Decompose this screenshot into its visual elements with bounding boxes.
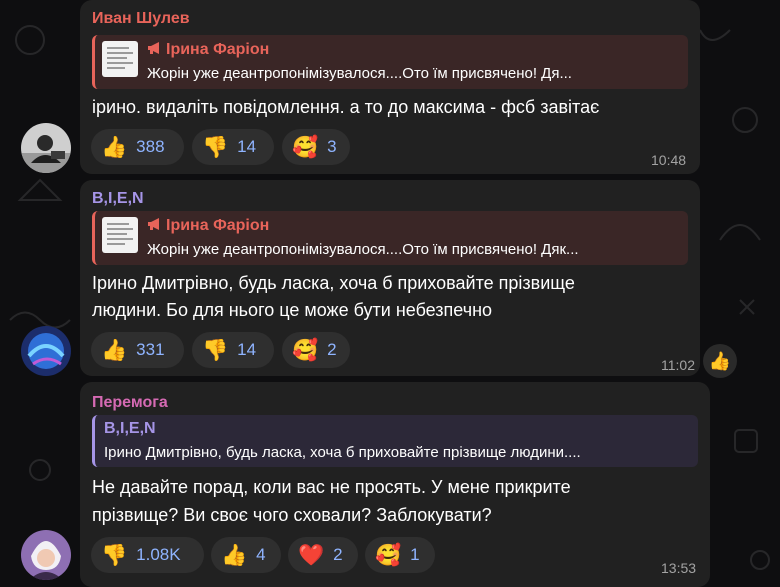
reaction-count: 14 [237, 340, 257, 359]
message-text-line-2: людини. Бо для нього це може бути небезп… [92, 300, 493, 320]
thumbs-up-icon: 👍 [101, 338, 128, 362]
sender-name[interactable]: Перемога [92, 394, 168, 412]
quoted-image-thumbnail [102, 217, 138, 253]
reaction-count: 1 [410, 545, 420, 564]
message-text-line-2: прізвище? Ви своє чого сховали? Заблокув… [92, 505, 492, 525]
reaction-thumbs-up[interactable]: 👍 4 [211, 537, 281, 573]
reaction-count: 2 [327, 340, 337, 359]
quote-text: Жорін уже деантропонімізувалося....Ото ї… [147, 65, 572, 82]
reaction-count: 3 [327, 137, 337, 156]
thumbs-up-icon: 👍 [221, 543, 248, 567]
message-bubble[interactable]: B,I,E,N Ірина Фаріон Жорін уже деантропо… [80, 180, 700, 376]
message-time: 13:53 [661, 560, 697, 576]
reaction-count: 14 [237, 137, 257, 156]
reply-quote[interactable]: B,I,E,N Ірино Дмитрівно, будь ласка, хоч… [92, 415, 698, 467]
reaction-count: 2 [333, 545, 343, 564]
reaction-count: 4 [256, 545, 266, 564]
quote-title: Ірина Фаріон [166, 217, 270, 234]
reaction-red-heart[interactable]: ❤️ 2 [288, 537, 358, 573]
reaction-count: 388 [136, 137, 165, 156]
quote-text: Жорін уже деантропонімізувалося....Ото ї… [147, 241, 579, 258]
reaction-count: 331 [136, 340, 165, 359]
thumbs-down-icon: 👎 [202, 338, 229, 362]
thumbs-up-icon: 👍 [101, 135, 128, 159]
megaphone-icon [147, 41, 163, 60]
reaction-thumbs-up[interactable]: 👍 331 [91, 332, 184, 368]
message-bubble[interactable]: Перемога B,I,E,N Ірино Дмитрівно, будь л… [80, 382, 710, 587]
message-text-line-1: Ірино Дмитрівно, будь ласка, хоча б прих… [92, 273, 575, 293]
thumbs-down-icon: 👎 [202, 135, 229, 159]
smiling-face-with-hearts-icon: 🥰 [375, 543, 402, 567]
thumbs-up-icon[interactable]: 👍 [703, 344, 737, 378]
quote-title: B,I,E,N [104, 420, 156, 437]
message-time: 10:48 [651, 152, 687, 168]
message-bubble[interactable]: Иван Шулев Ірина Фаріон Жорін уже деантр… [80, 0, 700, 174]
reply-quote[interactable]: Ірина Фаріон Жорін уже деантропонімізува… [92, 35, 688, 89]
quoted-image-thumbnail [102, 41, 138, 77]
reaction-thumbs-up[interactable]: 👍 388 [91, 129, 184, 165]
reaction-thumbs-down[interactable]: 👎 1.08K [91, 537, 204, 573]
message-time: 11:02 [661, 357, 695, 373]
message-text: ірино. видаліть повідомлення. а то до ма… [92, 97, 600, 117]
smiling-face-with-hearts-icon: 🥰 [292, 135, 319, 159]
message-text-line-1: Не давайте порад, коли вас не просять. У… [92, 477, 571, 497]
avatar[interactable] [21, 326, 71, 376]
reaction-smiling-face-with-hearts[interactable]: 🥰 2 [282, 332, 350, 368]
reaction-count: 1.08K [136, 545, 181, 564]
reply-quote[interactable]: Ірина Фаріон Жорін уже деантропонімізува… [92, 211, 688, 265]
avatar[interactable] [21, 123, 71, 173]
sender-name[interactable]: B,I,E,N [92, 190, 144, 208]
reaction-smiling-face-with-hearts[interactable]: 🥰 1 [365, 537, 435, 573]
sender-name[interactable]: Иван Шулев [92, 10, 190, 28]
avatar[interactable] [21, 530, 71, 580]
thumbs-down-icon: 👎 [101, 543, 128, 567]
reaction-thumbs-down[interactable]: 👎 14 [192, 129, 274, 165]
reaction-smiling-face-with-hearts[interactable]: 🥰 3 [282, 129, 350, 165]
reaction-thumbs-down[interactable]: 👎 14 [192, 332, 274, 368]
quote-text: Ірино Дмитрівно, будь ласка, хоча б прих… [104, 444, 581, 461]
quote-title: Ірина Фаріон [166, 41, 270, 58]
megaphone-icon [147, 217, 163, 236]
smiling-face-with-hearts-icon: 🥰 [292, 338, 319, 362]
red-heart-icon: ❤️ [298, 543, 325, 567]
